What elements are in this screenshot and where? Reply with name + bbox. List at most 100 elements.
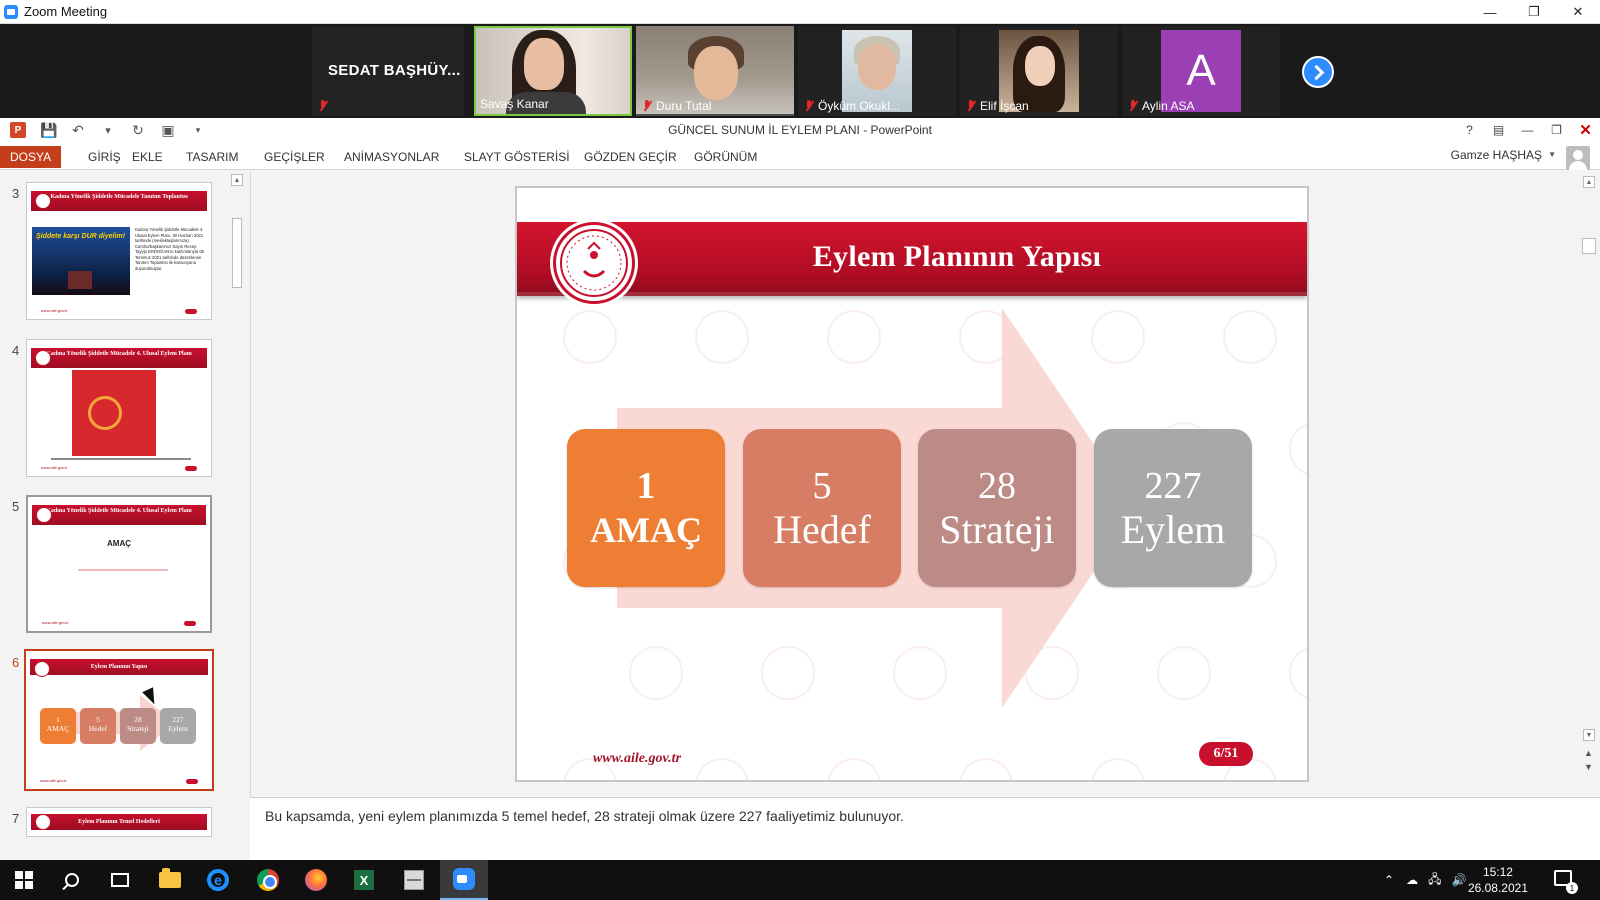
ministry-logo-icon (35, 350, 51, 366)
slide-thumbnail-5[interactable]: Kadına Yönelik Şiddetle Mücadele 4. Ulus… (26, 495, 212, 633)
zoom-logo-icon (4, 4, 18, 19)
search-button[interactable] (48, 860, 96, 900)
file-explorer-button[interactable] (146, 860, 194, 900)
scroll-up-icon[interactable]: ▲ (231, 174, 243, 186)
ppt-window-controls: ? ▤ — ❐ ✕ (1455, 118, 1600, 142)
firefox-button[interactable] (292, 860, 340, 900)
slide-canvas[interactable]: Eylem Planının Yapısı 1 AMAÇ 5 Hedef 28 … (515, 186, 1309, 782)
participant-tile[interactable]: Elif İşcan (960, 26, 1118, 116)
tab-design[interactable]: TASARIM (178, 146, 246, 168)
clock[interactable]: 15:12 26.08.2021 (1468, 864, 1528, 896)
participant-tile[interactable]: A Aylin ASA (1122, 26, 1280, 116)
speaker-notes-text[interactable]: Bu kapsamda, yeni eylem planımızda 5 tem… (265, 808, 904, 824)
scroll-thumb[interactable] (1582, 238, 1596, 254)
thumb-box: 5 Hedef (80, 708, 116, 744)
chevron-down-icon[interactable]: ▼ (1548, 150, 1556, 159)
notification-count-badge: 1 (1566, 882, 1578, 894)
ministry-logo-icon (553, 222, 635, 304)
zoom-window-controls: — ❐ ✕ (1468, 0, 1600, 24)
watermark-logo-icon (629, 646, 683, 700)
mic-muted-icon (1128, 100, 1138, 112)
stat-label: Hedef (773, 507, 871, 552)
stat-box-targets[interactable]: 5 Hedef (743, 429, 901, 587)
slide-thumbnail-4[interactable]: Kadına Yönelik Şiddetle Mücadele 4. Ulus… (26, 339, 212, 477)
slide-thumbnail-7[interactable]: Eylem Planının Temel Hedefleri (26, 807, 212, 837)
network-icon[interactable]: 🖧 (1428, 870, 1441, 891)
restore-icon[interactable]: ❐ (1512, 0, 1556, 24)
tab-transitions[interactable]: GEÇİŞLER (256, 146, 333, 168)
thumb-footer: www.aile.gov.tr (41, 308, 68, 313)
minimize-icon[interactable]: — (1513, 118, 1542, 142)
tab-insert[interactable]: EKLE (124, 146, 171, 168)
close-icon[interactable]: ✕ (1571, 118, 1600, 142)
windows-taskbar: e X ⌃ ☁ 🖧 🔊 15:12 26.08.2021 1 (0, 860, 1600, 900)
user-avatar[interactable] (1566, 146, 1590, 170)
slide-thumbnail-3[interactable]: Kadına Yönelik Şiddetle Mücadele Tanıtım… (26, 182, 212, 320)
file-cabinet-icon (404, 870, 424, 890)
thumb-image: Şiddete karşı DUR diyelim! (32, 227, 130, 295)
participant-tile-active-speaker[interactable]: Savaş Kanar (474, 26, 632, 116)
tab-view[interactable]: GÖRÜNÜM (686, 146, 765, 168)
slide-title[interactable]: Eylem Planının Yapısı (647, 240, 1267, 274)
chrome-button[interactable] (244, 860, 292, 900)
scroll-up-icon[interactable]: ▲ (1583, 176, 1595, 188)
watermark-logo-icon (761, 646, 815, 700)
stat-label: Eylem (1120, 507, 1226, 552)
help-icon[interactable]: ? (1455, 118, 1484, 142)
thumb-number: 5 (12, 499, 20, 514)
file-cabinet-button[interactable] (390, 860, 438, 900)
thumbnails-scrollbar[interactable]: ▲ (229, 174, 245, 850)
chevron-up-icon[interactable]: ⌃ (1384, 873, 1394, 887)
ribbon-display-options-icon[interactable]: ▤ (1484, 118, 1513, 142)
task-view-icon (111, 873, 129, 887)
watermark-logo-icon (1289, 422, 1307, 476)
participant-name: Aylin ASA (1142, 99, 1195, 113)
thumb-number: 4 (12, 343, 20, 358)
close-icon[interactable]: ✕ (1556, 0, 1600, 24)
minimize-icon[interactable]: — (1468, 0, 1512, 24)
user-name[interactable]: Gamze HAŞHAŞ (1451, 148, 1542, 162)
previous-slide-icon[interactable]: ▲ (1584, 748, 1593, 758)
cloud-icon[interactable]: ☁ (1406, 873, 1418, 887)
watermark-logo-icon (695, 758, 749, 780)
next-slide-icon[interactable]: ▼ (1584, 762, 1593, 772)
restore-icon[interactable]: ❐ (1542, 118, 1571, 142)
scroll-thumb[interactable] (232, 218, 242, 288)
participant-name: Öyküm Okukl... (818, 99, 901, 113)
internet-explorer-button[interactable]: e (194, 860, 242, 900)
scroll-down-icon[interactable]: ▼ (1583, 729, 1595, 741)
next-participants-button[interactable] (1302, 56, 1334, 88)
tab-file[interactable]: DOSYA (0, 146, 62, 168)
participant-tile[interactable]: SEDAT BAŞHÜY... (312, 26, 464, 116)
participant-name: SEDAT BAŞHÜY... (328, 62, 461, 79)
watermark-logo-icon (1091, 310, 1145, 364)
participant-tile[interactable]: Duru Tutal (636, 26, 794, 116)
thumb-title: Eylem Planının Temel Hedefleri (31, 814, 207, 830)
mic-muted-icon (642, 100, 652, 112)
slide-scrollbar[interactable]: ▲ ▼ ▲ ▼ (1582, 176, 1596, 816)
slide-thumbnail-6-selected[interactable]: Eylem Planının Yapısı 1 AMAÇ 5 Hedef 28 Str… (24, 649, 214, 791)
start-button[interactable] (0, 860, 48, 900)
participant-name: Duru Tutal (656, 99, 712, 113)
tab-animations[interactable]: ANİMASYONLAR (336, 146, 447, 168)
thumb-number: 3 (12, 186, 20, 201)
thumb-footer: www.aile.gov.tr (40, 778, 67, 783)
tab-review[interactable]: GÖZDEN GEÇİR (576, 146, 685, 168)
internet-explorer-icon: e (207, 869, 229, 891)
ppt-titlebar: P 💾 ↶ ▾ ↻ ▣ ▾ GÜNCEL SUNUM İL EYLEM PLAN… (0, 118, 1600, 142)
volume-icon[interactable]: 🔊 (1451, 873, 1466, 887)
excel-button[interactable]: X (340, 860, 388, 900)
tab-slideshow[interactable]: SLAYT GÖSTERİSİ (456, 146, 578, 168)
thumb-title: Eylem Planının Yapısı (30, 659, 208, 675)
tab-home[interactable]: GİRİŞ (80, 146, 129, 168)
thumb-banner: Şiddete karşı DUR diyelim! (36, 233, 126, 240)
windows-logo-icon (15, 871, 33, 889)
speaker-notes-pane[interactable]: Bu kapsamda, yeni eylem planımızda 5 tem… (250, 797, 1600, 860)
participant-tile[interactable]: Öyküm Okukl... (798, 26, 956, 116)
task-view-button[interactable] (96, 860, 144, 900)
thumb-heading: AMAÇ (107, 539, 131, 548)
zoom-button[interactable] (440, 860, 488, 900)
stat-box-goal[interactable]: 1 AMAÇ (567, 429, 725, 587)
stat-box-actions[interactable]: 227 Eylem (1094, 429, 1252, 587)
stat-box-strategies[interactable]: 28 Strateji (918, 429, 1076, 587)
